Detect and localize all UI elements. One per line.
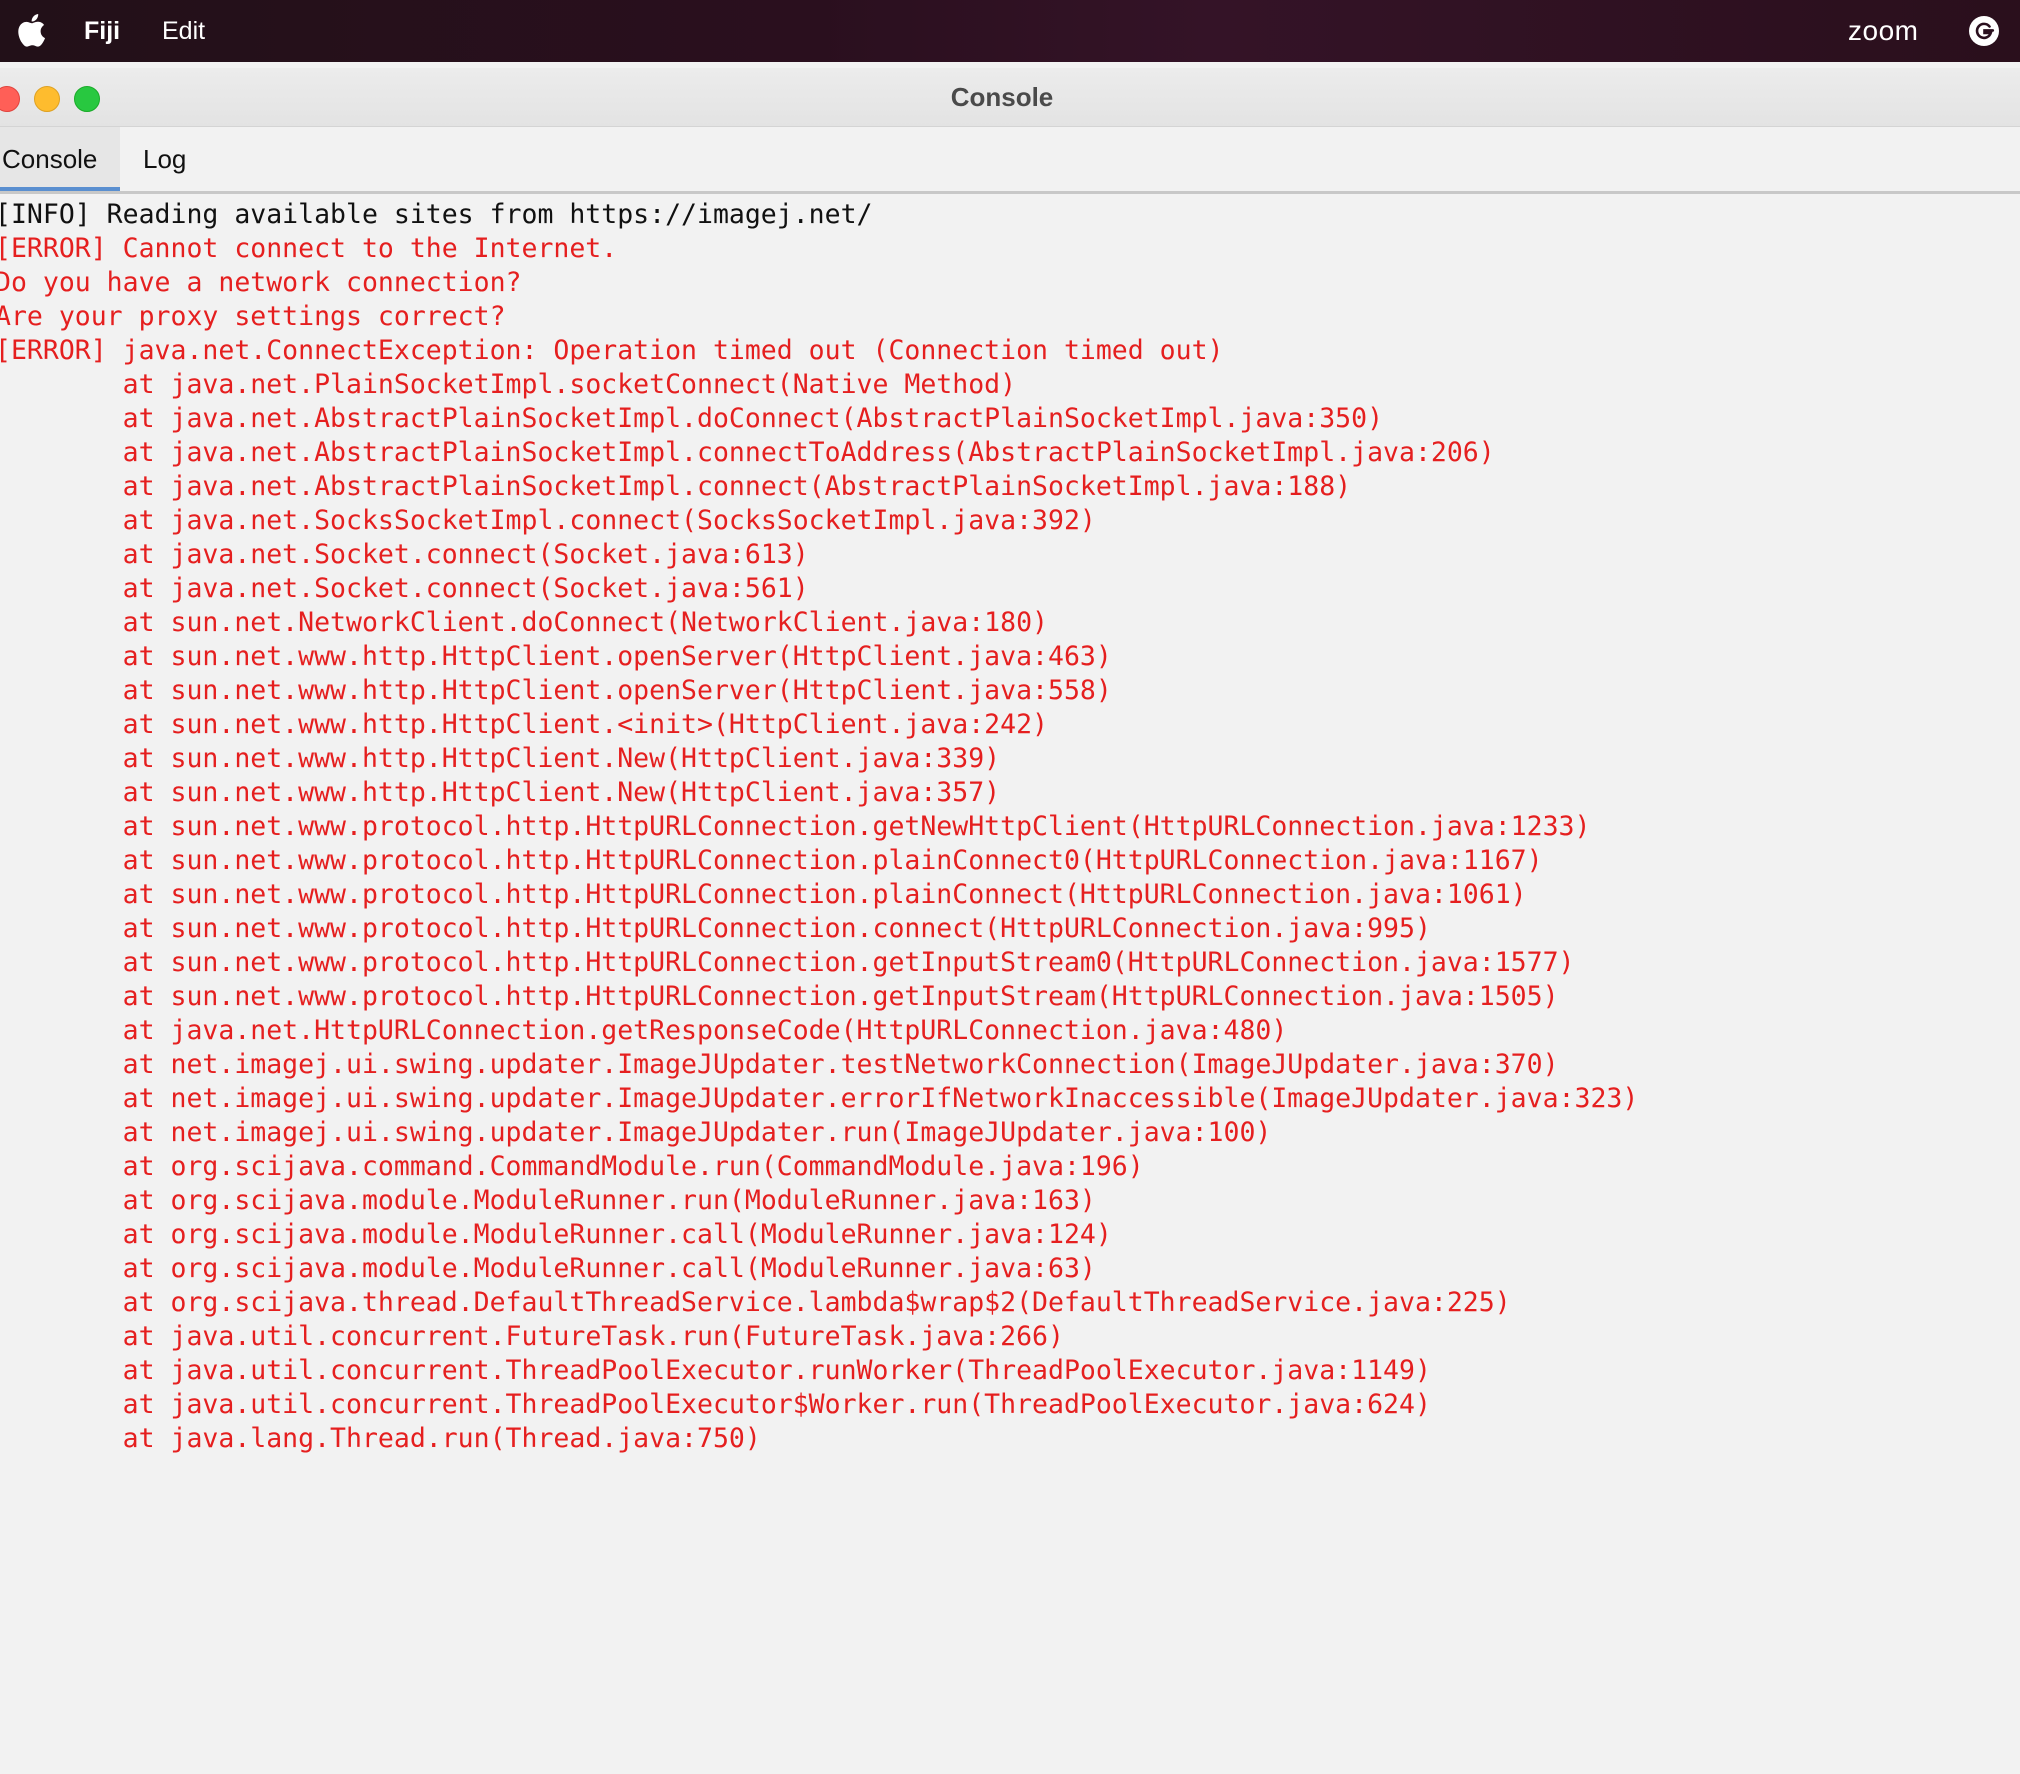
grammarly-icon[interactable] — [1968, 15, 2000, 47]
console-line: [INFO] Reading available sites from http… — [0, 199, 873, 230]
tab-console[interactable]: Console — [0, 127, 120, 191]
console-line: Do you have a network connection? — [0, 267, 522, 298]
console-line: at java.util.concurrent.ThreadPoolExecut… — [0, 1389, 1431, 1420]
console-line: at sun.net.NetworkClient.doConnect(Netwo… — [0, 607, 1048, 638]
console-line: [ERROR] java.net.ConnectException: Opera… — [0, 335, 1224, 366]
console-line: at java.net.AbstractPlainSocketImpl.doCo… — [0, 403, 1384, 434]
console-line: at org.scijava.module.ModuleRunner.run(M… — [0, 1185, 1096, 1216]
console-line: at net.imagej.ui.swing.updater.ImageJUpd… — [0, 1117, 1272, 1148]
console-line: at java.util.concurrent.ThreadPoolExecut… — [0, 1355, 1431, 1386]
window-titlebar[interactable]: Console — [0, 68, 2020, 127]
tab-log[interactable]: Log — [143, 127, 186, 191]
console-window: Console Console Log [INFO] Reading avail… — [0, 68, 2020, 1774]
console-line: at java.net.PlainSocketImpl.socketConnec… — [0, 369, 1017, 400]
console-line: at java.net.SocksSocketImpl.connect(Sock… — [0, 505, 1096, 536]
console-line: at net.imagej.ui.swing.updater.ImageJUpd… — [0, 1083, 1639, 1114]
console-line: [ERROR] Cannot connect to the Internet. — [0, 233, 618, 264]
console-line: at sun.net.www.protocol.http.HttpURLConn… — [0, 981, 1559, 1012]
console-line: at java.net.Socket.connect(Socket.java:5… — [0, 573, 809, 604]
console-line: at java.net.AbstractPlainSocketImpl.conn… — [0, 437, 1495, 468]
console-line: at sun.net.www.http.HttpClient.New(HttpC… — [0, 777, 1001, 808]
console-line: Are your proxy settings correct? — [0, 301, 506, 332]
console-line: at sun.net.www.protocol.http.HttpURLConn… — [0, 913, 1431, 944]
console-line: at org.scijava.thread.DefaultThreadServi… — [0, 1287, 1511, 1318]
console-line: at sun.net.www.http.HttpClient.openServe… — [0, 675, 1112, 706]
console-line: at sun.net.www.protocol.http.HttpURLConn… — [0, 947, 1575, 978]
console-line: at org.scijava.command.CommandModule.run… — [0, 1151, 1144, 1182]
apple-icon[interactable] — [16, 12, 46, 48]
console-line: at org.scijava.module.ModuleRunner.call(… — [0, 1253, 1096, 1284]
console-line: at java.util.concurrent.FutureTask.run(F… — [0, 1321, 1064, 1352]
zoom-menu-extra[interactable]: zoom — [1848, 0, 1918, 62]
console-line: at java.net.AbstractPlainSocketImpl.conn… — [0, 471, 1352, 502]
console-line: at java.net.Socket.connect(Socket.java:6… — [0, 539, 809, 570]
console-line: at java.lang.Thread.run(Thread.java:750) — [0, 1423, 761, 1454]
console-line: at sun.net.www.protocol.http.HttpURLConn… — [0, 845, 1543, 876]
console-output[interactable]: [INFO] Reading available sites from http… — [0, 196, 2020, 1774]
tab-bar: Console Log — [0, 127, 2020, 194]
console-line: at sun.net.www.protocol.http.HttpURLConn… — [0, 879, 1527, 910]
console-line: at java.net.HttpURLConnection.getRespons… — [0, 1015, 1288, 1046]
console-line: at sun.net.www.protocol.http.HttpURLConn… — [0, 811, 1591, 842]
console-line: at sun.net.www.http.HttpClient.<init>(Ht… — [0, 709, 1048, 740]
menu-bar: Fiji Edit zoom — [0, 0, 2020, 62]
window-title: Console — [950, 82, 1054, 112]
menu-edit[interactable]: Edit — [162, 0, 205, 62]
console-line: at net.imagej.ui.swing.updater.ImageJUpd… — [0, 1049, 1559, 1080]
menu-app-name[interactable]: Fiji — [84, 0, 120, 62]
console-line: at sun.net.www.http.HttpClient.openServe… — [0, 641, 1112, 672]
console-line: at sun.net.www.http.HttpClient.New(HttpC… — [0, 743, 1001, 774]
console-line: at org.scijava.module.ModuleRunner.call(… — [0, 1219, 1112, 1250]
